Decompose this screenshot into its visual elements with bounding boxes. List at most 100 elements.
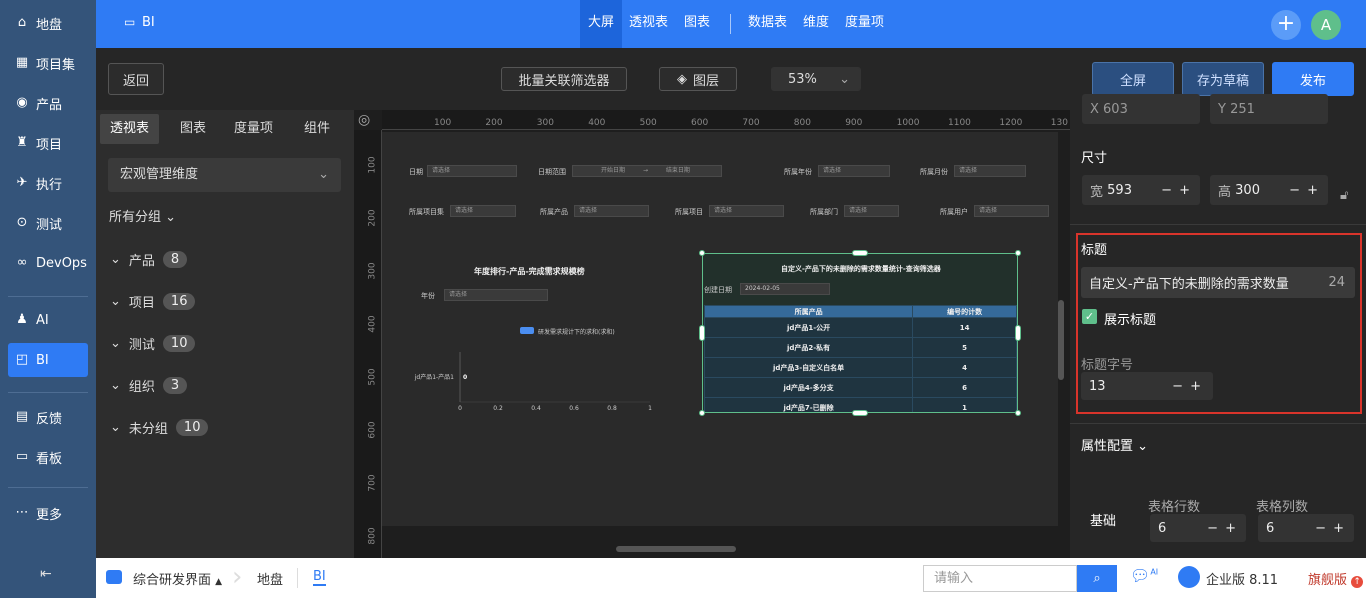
ai-chat-icon[interactable]: 💬︎AI <box>1130 566 1158 585</box>
project-filter[interactable]: 请选择 <box>709 205 784 217</box>
plus-icon[interactable]: + <box>1179 183 1190 198</box>
date-filter[interactable]: 请选择 <box>427 165 517 177</box>
group-item[interactable]: ⌄ 项目 16 <box>110 289 196 313</box>
group-item[interactable]: ⌄ 测试 10 <box>110 331 196 355</box>
tab-widget-components[interactable]: 组件 <box>294 114 340 144</box>
section-divider <box>1070 423 1366 424</box>
minus-icon[interactable]: − <box>1289 183 1300 198</box>
tab-dimension[interactable]: 维度 <box>795 0 837 48</box>
resize-handle[interactable] <box>699 250 705 256</box>
tab-metric[interactable]: 度量项 <box>837 0 892 48</box>
nav-item-label: 产品 <box>36 97 63 113</box>
dimension-select[interactable]: 宏观管理维度 ⌄ <box>108 158 341 192</box>
year-filter[interactable]: 请选择 <box>818 165 890 177</box>
nav-item-bi[interactable]: ◰ BI <box>8 343 88 377</box>
nav-item-kanban[interactable]: ▭ 看板 <box>8 440 88 474</box>
search-input[interactable]: 请输入 <box>923 565 1077 592</box>
collapse-nav-icon[interactable]: ⇤ <box>40 566 52 582</box>
top-bar: ▭ BI 大屏 透视表 图表 数据表 维度 度量项 + A <box>96 0 1366 48</box>
height-input[interactable]: 高 300 − + <box>1210 175 1328 205</box>
nav-item-ai[interactable]: ♟ AI <box>8 303 88 337</box>
resize-handle[interactable] <box>1015 410 1021 416</box>
title-input[interactable]: 自定义-产品下的未删除的需求数量 24 <box>1081 267 1355 298</box>
minus-icon[interactable]: − <box>1207 521 1218 536</box>
show-title-checkbox[interactable]: ✓ <box>1082 309 1097 324</box>
minus-icon[interactable]: − <box>1315 521 1326 536</box>
nav-item-product[interactable]: ◉ 产品 <box>8 86 88 120</box>
table-date-filter[interactable]: 2024-02-05 <box>740 283 830 295</box>
group-item[interactable]: ⌄ 未分组 10 <box>110 415 209 439</box>
eye-icon[interactable]: ◎ <box>358 112 370 128</box>
tab-chart[interactable]: 图表 <box>676 0 718 48</box>
nav-item-qa[interactable]: ⊙ 测试 <box>8 206 88 240</box>
resize-handle[interactable] <box>852 250 868 256</box>
canvas-area[interactable]: 100 200 300 400 500 600 700 800 900 1000 1100 1200 1… <box>354 110 1070 558</box>
user-filter[interactable]: 请选择 <box>974 205 1049 217</box>
lock-icon[interactable]: 🔓︎ <box>1340 188 1348 203</box>
zoom-select[interactable]: 53% ⌄ <box>771 67 861 91</box>
resize-handle[interactable] <box>699 410 705 416</box>
nav-item-project[interactable]: ♜ 项目 <box>8 126 88 160</box>
fullscreen-button[interactable]: 全屏 <box>1092 62 1174 96</box>
tab-datatable[interactable]: 数据表 <box>740 0 795 48</box>
minus-icon[interactable]: − <box>1172 379 1183 394</box>
nav-item-program[interactable]: ▦ 项目集 <box>8 46 88 80</box>
table-cell: 1 <box>912 397 1017 412</box>
minus-icon[interactable]: − <box>1161 183 1172 198</box>
resize-handle[interactable] <box>1015 250 1021 256</box>
layers-button[interactable]: ◈ 图层 <box>659 67 737 91</box>
date-range-filter[interactable]: 开始日期 → 结束日期 <box>572 165 722 177</box>
nav-item-feedback[interactable]: ▤ 反馈 <box>8 400 88 434</box>
nav-item-execution[interactable]: ✈ 执行 <box>8 166 88 200</box>
resize-handle[interactable] <box>699 325 705 341</box>
flagship-link[interactable]: 旗舰版 ↑ <box>1308 569 1364 588</box>
chart-year-filter[interactable]: 请选择 <box>444 289 548 301</box>
workspace-switcher[interactable]: 综合研发界面 ▲ <box>133 569 222 588</box>
all-groups-toggle[interactable]: 所有分组 ⌄ <box>109 206 176 225</box>
program-filter[interactable]: 请选择 <box>450 205 516 217</box>
tab-chart-components[interactable]: 图表 <box>170 114 216 144</box>
font-size-input[interactable]: 13 − + <box>1081 372 1213 400</box>
avatar[interactable]: A <box>1311 10 1341 40</box>
tab-metric-components[interactable]: 度量项 <box>224 114 283 144</box>
plus-icon[interactable]: + <box>1225 521 1236 536</box>
ruler-tick: 600 <box>691 118 709 128</box>
horizontal-scrollbar[interactable] <box>616 546 736 552</box>
dept-filter[interactable]: 请选择 <box>844 205 899 217</box>
rows-input[interactable]: 6 − + <box>1150 514 1246 542</box>
cols-input[interactable]: 6 − + <box>1258 514 1354 542</box>
resize-handle[interactable] <box>852 410 868 416</box>
nav-item-more[interactable]: ⋯ 更多 <box>8 496 88 530</box>
plus-icon[interactable]: + <box>1190 379 1201 394</box>
plus-icon[interactable]: + <box>1333 521 1344 536</box>
tab-pivot-components[interactable]: 透视表 <box>100 114 160 144</box>
vertical-scrollbar[interactable] <box>1058 300 1064 380</box>
group-item[interactable]: ⌄ 产品 8 <box>110 247 188 271</box>
pos-x-input[interactable]: X 603 <box>1082 94 1200 124</box>
pos-y-input[interactable]: Y 251 <box>1210 94 1328 124</box>
table-widget[interactable]: 自定义-产品下的未删除的需求数量统计-查询筛选器 创建日期 2024-02-05… <box>702 253 1018 413</box>
month-filter[interactable]: 请选择 <box>954 165 1026 177</box>
tab-dashboard[interactable]: 大屏 <box>580 0 623 48</box>
add-icon[interactable]: + <box>1271 10 1301 40</box>
width-input[interactable]: 宽 593 − + <box>1082 175 1200 205</box>
plus-icon[interactable]: + <box>1307 183 1318 198</box>
group-item[interactable]: ⌄ 组织 3 <box>110 373 188 397</box>
nav-divider <box>8 392 88 393</box>
dashboard-board[interactable]: 日期 请选择 日期范围 开始日期 → 结束日期 所属年份 请选择 所属月份 请选… <box>382 132 1058 526</box>
batch-filter-button[interactable]: 批量关联筛选器 <box>501 67 627 91</box>
attr-config-toggle[interactable]: 属性配置 ⌄ <box>1081 435 1148 454</box>
filter-label: 所属部门 <box>810 208 838 216</box>
breadcrumb-bi[interactable]: BI <box>313 569 326 586</box>
search-button[interactable]: ⌕ <box>1077 565 1117 592</box>
tab-pivot[interactable]: 透视表 <box>621 0 676 48</box>
breadcrumb-home[interactable]: 地盘 <box>257 569 283 588</box>
publish-button[interactable]: 发布 <box>1272 62 1354 96</box>
product-filter[interactable]: 请选择 <box>574 205 649 217</box>
save-draft-button[interactable]: 存为草稿 <box>1182 62 1264 96</box>
resize-handle[interactable] <box>1015 325 1021 341</box>
table-header-cell: 所属产品 <box>704 305 914 318</box>
nav-item-home[interactable]: ⌂ 地盘 <box>8 6 88 40</box>
back-button[interactable]: 返回 <box>108 63 164 95</box>
nav-item-devops[interactable]: ∞ DevOps <box>8 246 88 280</box>
